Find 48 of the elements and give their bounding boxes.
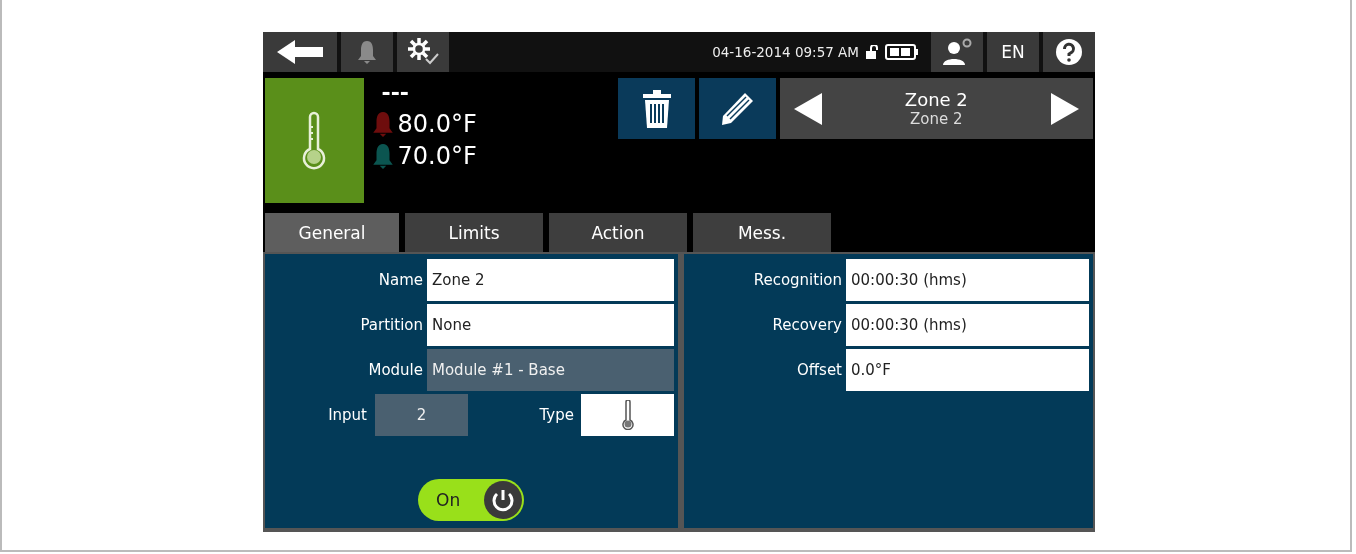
field-label: Input	[327, 406, 368, 424]
low-limit: 70.0°F	[397, 141, 477, 172]
battery-icon	[885, 44, 919, 60]
zone-reading: ---	[380, 79, 410, 107]
tab[interactable]: General	[265, 213, 399, 252]
tab[interactable]: Limits	[405, 213, 543, 252]
triangle-left-icon	[793, 92, 822, 125]
user-button[interactable]	[931, 32, 983, 72]
tab[interactable]: Action	[549, 213, 687, 252]
field-label: Type	[538, 406, 575, 424]
zone-subtitle: Zone 2	[910, 110, 963, 128]
help-icon	[1055, 38, 1083, 66]
thermometer-icon	[620, 400, 635, 430]
input-field[interactable]: None	[427, 304, 674, 346]
power-toggle[interactable]: On	[418, 479, 524, 521]
type-selector[interactable]	[581, 394, 674, 436]
user-gear-icon	[941, 38, 973, 66]
pencil-icon	[719, 90, 756, 127]
input-field[interactable]: 00:00:30 (hms)	[846, 304, 1089, 346]
edit-button[interactable]	[698, 78, 776, 139]
bell-icon	[371, 111, 394, 137]
help-button[interactable]	[1043, 32, 1095, 72]
bell-icon	[357, 40, 377, 64]
input-field[interactable]: 0.0°F	[846, 349, 1089, 391]
bell-icon	[371, 143, 394, 169]
high-limit: 80.0°F	[397, 109, 477, 140]
triangle-right-icon	[1051, 92, 1079, 125]
back-button[interactable]	[263, 32, 337, 72]
field-label: Offset	[795, 361, 842, 379]
delete-button[interactable]	[618, 78, 695, 139]
zone-title: Zone 2	[904, 89, 968, 110]
tab[interactable]: Mess.	[693, 213, 831, 252]
arrow-left-icon	[275, 39, 325, 65]
unlocked-padlock-icon	[865, 45, 879, 59]
input-field[interactable]: 2	[375, 394, 468, 436]
date-time: 04-16-2014 09:57 AM	[712, 44, 859, 60]
language-button[interactable]: EN	[987, 32, 1039, 72]
input-field[interactable]: 00:00:30 (hms)	[846, 259, 1089, 301]
field-label: Recovery	[771, 316, 842, 334]
trash-icon	[641, 89, 672, 128]
field-label: Module	[367, 361, 423, 379]
field-label: Name	[377, 271, 423, 289]
field-label: Partition	[359, 316, 423, 334]
input-field[interactable]: Zone 2	[427, 259, 674, 301]
field-label: Recognition	[752, 271, 842, 289]
settings-icon	[406, 37, 440, 67]
settings-button[interactable]	[397, 32, 449, 72]
power-icon	[484, 481, 522, 519]
